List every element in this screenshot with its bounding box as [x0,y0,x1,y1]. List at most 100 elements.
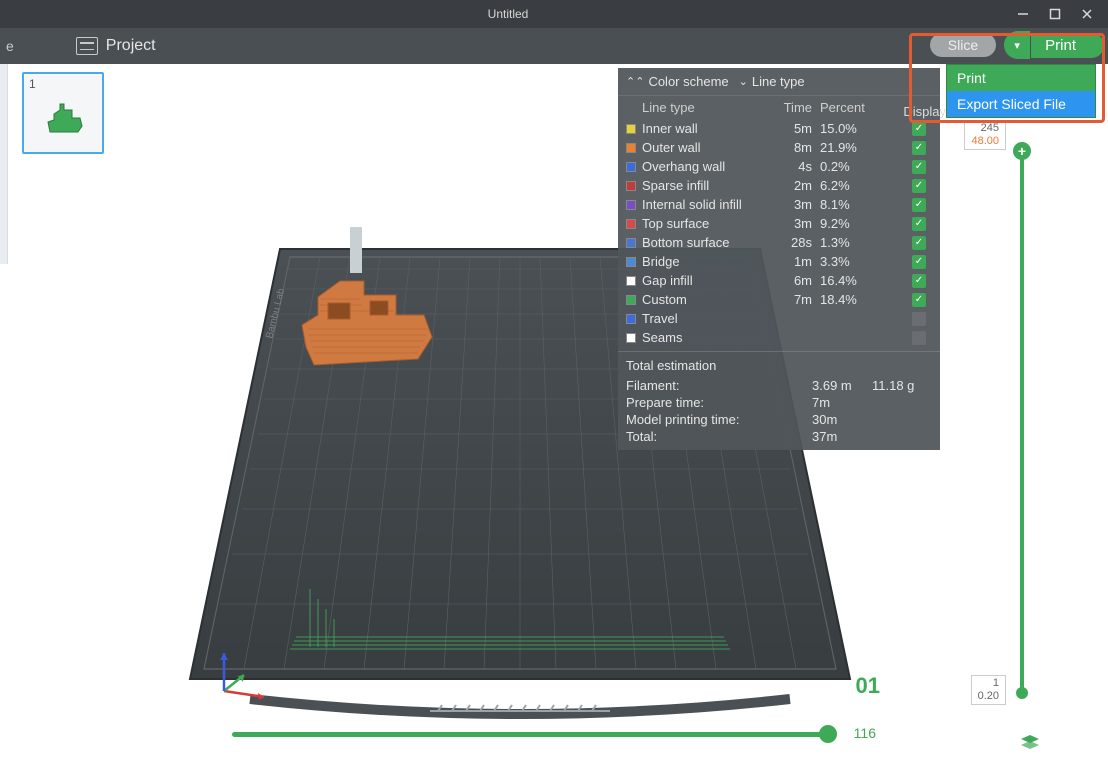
layer-top-label: 24548.00 [964,120,1006,150]
layer-bottom-label: 10.20 [971,675,1006,705]
color-swatch [626,200,636,210]
left-rail [0,64,8,264]
line-type-time: 28s [768,235,812,250]
visibility-checkbox[interactable]: ✓ [912,236,926,250]
visibility-checkbox[interactable]: ✓ [912,198,926,212]
visibility-checkbox[interactable]: ✓ [912,160,926,174]
line-type-percent: 9.2% [812,216,872,231]
line-type-table-header: Line type Time Percent [618,96,940,119]
plate-thumbnail[interactable]: 1 [22,72,104,154]
visibility-checkbox[interactable]: ✓ [912,217,926,231]
line-type-row: Seams ✓ [618,328,940,347]
visibility-checkbox[interactable]: ✓ [912,312,926,326]
color-swatch [626,276,636,286]
display-column-label: Display [903,104,946,119]
line-type-time: 3m [768,197,812,212]
line-type-time: 8m [768,140,812,155]
line-type-row: Inner wall5m15.0% ✓ [618,119,940,138]
plate-number: 1 [29,77,36,91]
print-time-row: Model printing time:30m [618,411,940,428]
line-type-name: Travel [642,311,768,326]
line-type-time: 5m [768,121,812,136]
minimize-button[interactable] [1016,7,1030,21]
line-type-row: Outer wall8m21.9%✓ [618,138,940,157]
color-scheme-toggle[interactable]: ⌃⌃Color scheme [626,74,729,89]
prepare-hint: e [6,38,14,54]
line-type-row: Internal solid infill3m8.1% ✓ [618,195,940,214]
color-swatch [626,124,636,134]
line-type-dropdown[interactable]: ⌄Line type [739,74,805,89]
color-swatch [626,143,636,153]
color-swatch [626,181,636,191]
layers-icon[interactable] [1020,734,1040,757]
line-type-percent: 18.4% [812,292,872,307]
color-swatch [626,295,636,305]
line-type-name: Inner wall [642,121,768,136]
close-button[interactable] [1080,7,1094,21]
project-label[interactable]: Project [106,37,156,55]
visibility-checkbox[interactable]: ✓ [912,122,926,136]
visibility-checkbox[interactable]: ✓ [912,331,926,345]
color-swatch [626,219,636,229]
total-estimation-label: Total estimation [618,351,940,377]
maximize-button[interactable] [1048,7,1062,21]
visibility-checkbox[interactable]: ✓ [912,141,926,155]
filament-row: Filament:3.69 m11.18 g [618,377,940,394]
move-slider-value: 116 [854,725,876,741]
print-dropdown-toggle[interactable]: ▾ [1004,31,1030,59]
line-type-row: Gap infill6m16.4%✓ [618,271,940,290]
move-slider-handle[interactable] [819,725,837,743]
color-swatch [626,314,636,324]
dropdown-print[interactable]: Print [947,65,1095,91]
layer-slider-bottom-handle[interactable] [1016,687,1028,699]
plate-id-label: 01 [856,673,880,699]
line-type-row: Custom7m18.4% ✓ [618,290,940,309]
layer-slider-track [1020,142,1024,693]
line-type-percent: 6.2% [812,178,872,193]
dropdown-export-sliced-file[interactable]: Export Sliced File [947,91,1095,117]
line-type-percent: 15.0% [812,121,872,136]
line-type-name: Internal solid infill [642,197,768,212]
line-type-name: Custom [642,292,768,307]
total-time-row: Total:37m [618,428,940,450]
line-type-row: Top surface3m9.2% ✓ [618,214,940,233]
line-type-name: Seams [642,330,768,345]
color-swatch [626,333,636,343]
move-slider-track [232,732,828,737]
toolbar: e Project Slice ▾ Print [0,28,1108,64]
print-button[interactable]: Print [1031,33,1104,58]
visibility-checkbox[interactable]: ✓ [912,255,926,269]
line-type-row: Sparse infill2m6.2%✓ [618,176,940,195]
benchy-thumb-icon [44,96,88,140]
line-type-row: Bottom surface28s1.3%✓ [618,233,940,252]
layer-slider-top-handle[interactable]: + [1013,142,1031,160]
line-type-percent: 0.2% [812,159,872,174]
visibility-checkbox[interactable]: ✓ [912,179,926,193]
line-type-percent: 8.1% [812,197,872,212]
line-type-percent: 3.3% [812,254,872,269]
color-swatch [626,238,636,248]
move-slider[interactable]: 116 [232,724,828,744]
line-type-name: Bridge [642,254,768,269]
line-type-time: 6m [768,273,812,288]
visibility-checkbox[interactable]: ✓ [912,293,926,307]
line-type-time: 7m [768,292,812,307]
layer-range-slider[interactable]: 24548.00 + 10.20 [1006,120,1036,703]
line-type-name: Gap infill [642,273,768,288]
project-icon [76,37,98,55]
line-type-name: Top surface [642,216,768,231]
window-title: Untitled [0,7,1016,21]
line-type-time: 2m [768,178,812,193]
line-type-row: Bridge1m3.3%✓ [618,252,940,271]
visibility-checkbox[interactable]: ✓ [912,274,926,288]
line-type-time: 4s [768,159,812,174]
print-dropdown-menu: Print Export Sliced File [946,64,1096,118]
viewport-area: 1 Bambu Lab [0,64,1108,783]
line-type-name: Outer wall [642,140,768,155]
slice-button[interactable]: Slice [930,33,996,57]
titlebar: Untitled [0,0,1108,28]
line-type-percent: 1.3% [812,235,872,250]
prepare-time-row: Prepare time:7m [618,394,940,411]
line-type-time: 3m [768,216,812,231]
line-type-row: Overhang wall4s0.2%✓ [618,157,940,176]
